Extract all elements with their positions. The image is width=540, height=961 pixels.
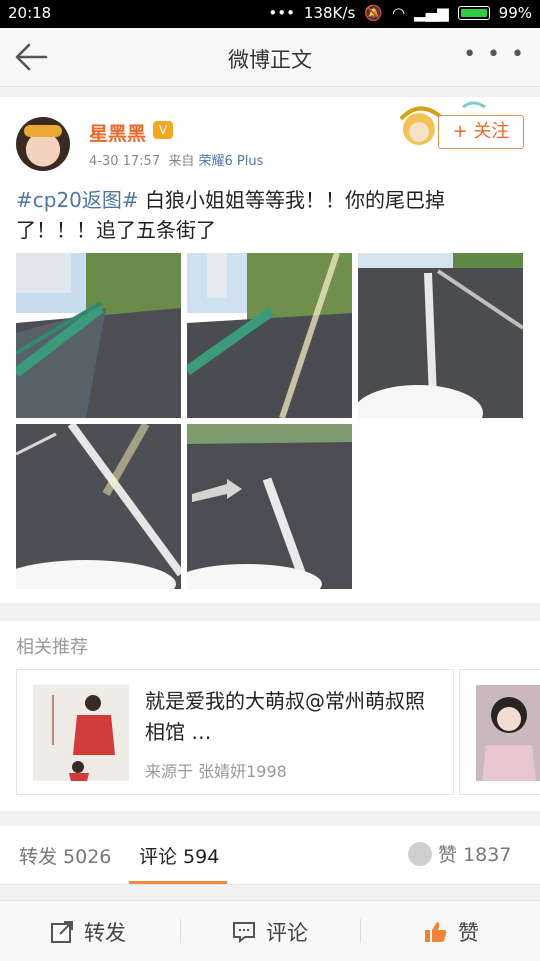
network-speed: 138K/s <box>303 4 356 22</box>
post-photo-2[interactable] <box>187 253 352 418</box>
post-photo-4[interactable] <box>16 424 181 589</box>
tab-repost[interactable]: 转发 5026 <box>19 842 111 869</box>
page-title: 微博正文 <box>228 48 312 72</box>
signal-icon: ▂▄▆ <box>414 4 449 22</box>
status-time: 20:18 <box>8 4 52 22</box>
more-options-icon[interactable]: • • • <box>463 42 526 67</box>
repost-button[interactable]: 转发 <box>50 917 126 947</box>
topic-link[interactable]: #cp20返图# <box>16 188 139 212</box>
related-thumbnail-2 <box>476 685 540 781</box>
liker-avatar <box>408 841 432 866</box>
post-photo-3[interactable] <box>358 253 523 418</box>
comment-button[interactable]: 评论 <box>232 917 308 947</box>
battery-icon <box>457 6 490 20</box>
post-photo-1[interactable] <box>16 253 181 418</box>
thumbs-up-icon <box>425 922 447 942</box>
tab-comment[interactable]: 评论 594 <box>139 842 219 869</box>
status-bar: 20:18 ••• 138K/s 🔕 ◠ ▂▄▆ 99% <box>0 0 540 28</box>
like-button[interactable]: 赞 <box>424 917 479 947</box>
comment-label: 评论 <box>266 921 308 945</box>
post-card: 星黑黑 V 4-30 17:57 来自 荣耀6 Plus + 关注 #cp20返… <box>0 97 540 603</box>
wifi-icon: ◠ <box>391 4 406 22</box>
post-time: 4-30 17:57 <box>89 154 161 169</box>
follow-button[interactable]: + 关注 <box>438 115 524 149</box>
post-meta: 4-30 17:57 来自 荣耀6 Plus <box>89 150 263 169</box>
toolbar-divider <box>180 919 181 943</box>
battery-percent: 99% <box>498 4 532 22</box>
share-icon <box>51 921 73 943</box>
like-label: 赞 <box>458 921 479 945</box>
related-source: 来源于 张婧妍1998 <box>145 762 287 781</box>
vip-badge-icon: V <box>153 121 173 139</box>
nav-bar: 微博正文 • • • <box>0 28 540 87</box>
post-photo-5[interactable] <box>187 424 352 589</box>
related-section: 相关推荐 就是爱我的大萌叔@常州萌叔照相馆 … 来源于 张婧妍1998 <box>0 621 540 811</box>
repost-label: 转发 <box>84 921 126 945</box>
source-prefix: 来自 <box>168 154 195 169</box>
related-header: 相关推荐 <box>16 637 88 658</box>
active-tab-underline <box>129 881 227 884</box>
interaction-tabs: 转发 5026 评论 594 赞 1837 <box>0 826 540 885</box>
avatar[interactable] <box>16 117 70 171</box>
comment-icon <box>233 922 255 944</box>
status-icons: ••• 138K/s 🔕 ◠ ▂▄▆ 99% <box>268 4 532 22</box>
related-card[interactable]: 就是爱我的大萌叔@常州萌叔照相馆 … 来源于 张婧妍1998 <box>16 669 454 795</box>
post-text: #cp20返图# 白狼小姐姐等等我！！你的尾巴掉了！！！追了五条街了 <box>16 185 524 245</box>
related-card-2[interactable] <box>459 669 540 795</box>
related-thumbnail <box>33 685 129 781</box>
more-dots-icon: ••• <box>268 4 295 22</box>
toolbar-divider <box>360 919 361 943</box>
goggles-decoration <box>24 125 62 137</box>
post-source[interactable]: 荣耀6 Plus <box>199 154 264 169</box>
like-count: 赞 1837 <box>438 844 512 866</box>
tab-like[interactable]: 赞 1837 <box>408 840 511 867</box>
mute-icon: 🔕 <box>364 4 383 22</box>
username[interactable]: 星黑黑 <box>89 119 146 146</box>
related-title: 就是爱我的大萌叔@常州萌叔照相馆 … <box>145 689 425 744</box>
bottom-toolbar: 转发 评论 赞 <box>0 900 540 961</box>
